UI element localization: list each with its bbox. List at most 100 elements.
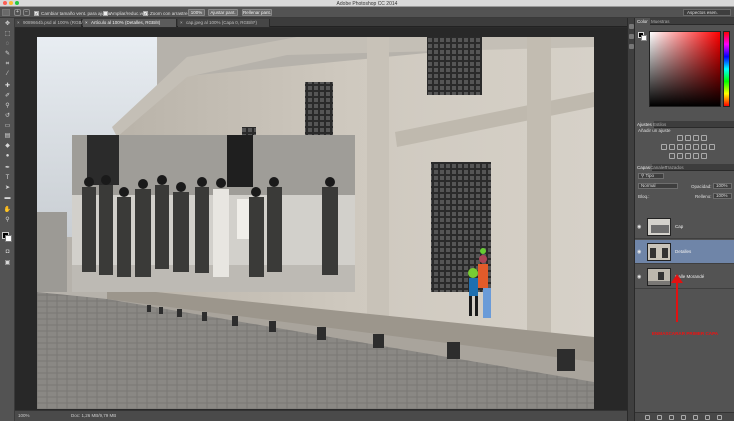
hue-saturation-icon[interactable]	[669, 144, 675, 150]
fill-label: Relleno:	[695, 194, 712, 199]
canvas-area[interactable]	[15, 28, 627, 410]
hand-tool-icon[interactable]: ✋	[3, 206, 12, 214]
pen-tool-icon[interactable]: ✒	[3, 164, 12, 172]
document-size-info[interactable]: Doc: 1,26 MB/9,79 MB	[71, 411, 116, 421]
zoom-mode-group: + −	[14, 9, 30, 16]
link-layers-icon[interactable]	[645, 415, 650, 420]
lasso-tool-icon[interactable]: ◌	[3, 40, 12, 48]
layer-name: Cap	[675, 224, 684, 229]
eyedropper-tool-icon[interactable]: ⁄	[3, 70, 12, 78]
color-lookup-icon[interactable]	[709, 144, 715, 150]
new-adjustment-icon[interactable]	[681, 415, 686, 420]
move-tool-icon[interactable]: ✥	[3, 20, 12, 28]
layer-kind-filter[interactable]: ⚲ Tipo	[638, 173, 664, 179]
character-panel-icon[interactable]	[629, 44, 634, 49]
tab-swatches[interactable]: Muestras	[649, 18, 672, 25]
history-panel-icon[interactable]	[629, 24, 634, 29]
history-brush-tool-icon[interactable]: ↺	[3, 112, 12, 120]
brightness-icon[interactable]	[677, 135, 683, 141]
eraser-tool-icon[interactable]: ▭	[3, 122, 12, 130]
invert-icon[interactable]	[669, 153, 675, 159]
adjustments-panel-tabs: Ajustes Estilos	[635, 121, 734, 128]
new-layer-icon[interactable]	[705, 415, 710, 420]
eye-icon[interactable]: ◉	[637, 274, 641, 280]
dodge-tool-icon[interactable]: ●	[3, 152, 12, 160]
scrubby-zoom-checkbox[interactable]: ✓ Zoom con arrastre	[143, 10, 188, 16]
levels-icon[interactable]	[685, 135, 691, 141]
brush-tool-icon[interactable]: ✐	[3, 92, 12, 100]
eye-icon[interactable]: ◉	[637, 249, 641, 255]
tab-doc-2[interactable]: × Artículo al 100% (Detalles, RGB/8)	[83, 19, 177, 27]
curves-icon[interactable]	[693, 135, 699, 141]
properties-panel-icon[interactable]	[629, 34, 634, 39]
tab-doc-1[interactable]: × 9089664b.psd al 100% (RGB/8)	[15, 19, 87, 27]
status-bar: 100% Doc: 1,26 MB/9,79 MB	[15, 410, 627, 421]
path-select-tool-icon[interactable]: ➤	[3, 184, 12, 192]
blur-tool-icon[interactable]: ◆	[3, 142, 12, 150]
tab-styles[interactable]: Estilos	[651, 121, 668, 128]
shape-tool-icon[interactable]: ▬	[3, 194, 12, 202]
trash-icon[interactable]	[717, 415, 722, 420]
healing-brush-tool-icon[interactable]: ✚	[3, 82, 12, 90]
fill-input[interactable]: 100%	[713, 193, 732, 199]
fill-screen-button[interactable]: Rellenar pant.	[242, 9, 272, 16]
document-canvas[interactable]	[37, 37, 594, 409]
annotation-text: ENMASCARAR PRIMER CAPA	[651, 331, 719, 336]
marquee-tool-icon[interactable]: ⬚	[3, 30, 12, 38]
close-tab-icon[interactable]: ×	[17, 19, 20, 27]
selective-color-icon[interactable]	[701, 153, 707, 159]
layer-row[interactable]: ◉ Detalles	[635, 240, 734, 264]
right-panels: Color Muestras Ajustes Estilos Añadir un…	[635, 18, 734, 421]
red-arrow-annotation	[671, 274, 683, 322]
gradient-map-icon[interactable]	[693, 153, 699, 159]
channel-mixer-icon[interactable]	[701, 144, 707, 150]
blend-mode-select[interactable]: Normal	[638, 183, 678, 189]
zoom-tool-icon[interactable]: ⚲	[3, 216, 12, 224]
gradient-tool-icon[interactable]: ▤	[3, 132, 12, 140]
new-group-icon[interactable]	[693, 415, 698, 420]
hue-slider[interactable]	[723, 31, 730, 107]
panel-background-swatch[interactable]	[641, 35, 647, 41]
zoom-in-icon[interactable]: +	[14, 9, 21, 16]
tab-color[interactable]: Color	[635, 18, 650, 25]
fit-screen-button[interactable]: Ajustar pant.	[208, 9, 238, 16]
close-tab-icon[interactable]: ×	[180, 19, 183, 27]
opacity-input[interactable]: 100%	[713, 183, 732, 189]
current-tool-icon[interactable]	[2, 9, 10, 16]
quick-select-tool-icon[interactable]: ✎	[3, 50, 12, 58]
threshold-icon[interactable]	[685, 153, 691, 159]
layer-row[interactable]: ◉ Cap	[635, 215, 734, 239]
screen-mode-icon[interactable]: ▣	[3, 259, 12, 267]
tab-doc-3[interactable]: × cap.jpeg al 100% (Capa 0, RGB/8*)	[178, 19, 270, 27]
add-mask-icon[interactable]	[669, 415, 674, 420]
type-tool-icon[interactable]: T	[3, 174, 12, 182]
tab-paths[interactable]: Trazados	[663, 164, 686, 171]
zoom-level[interactable]: 100%	[18, 411, 30, 421]
zoom-out-icon[interactable]: −	[23, 9, 30, 16]
workspace-select[interactable]: Aspectos esen.	[683, 9, 731, 16]
posterize-icon[interactable]	[677, 153, 683, 159]
options-bar: + − ✓ Cambiar tamaño vent. para ajustar …	[0, 7, 734, 18]
crop-tool-icon[interactable]: ⌗	[3, 60, 12, 68]
color-balance-icon[interactable]	[677, 144, 683, 150]
clone-stamp-tool-icon[interactable]: ⚲	[3, 102, 12, 110]
layer-thumbnail	[647, 268, 671, 286]
black-white-icon[interactable]	[685, 144, 691, 150]
eye-icon[interactable]: ◉	[637, 224, 641, 230]
percent-100-button[interactable]: 100%	[188, 9, 205, 16]
layer-name: Detalles	[675, 249, 692, 254]
resize-windows-checkbox[interactable]: ✓ Cambiar tamaño vent. para ajustar	[34, 10, 112, 16]
layer-style-icon[interactable]	[657, 415, 662, 420]
background-color-swatch[interactable]	[5, 235, 12, 242]
photo-filter-icon[interactable]	[693, 144, 699, 150]
exposure-icon[interactable]	[701, 135, 707, 141]
layers-panel-tabs: Capas Canales Trazados	[635, 164, 734, 171]
color-picker-field[interactable]	[649, 31, 721, 107]
vibrance-icon[interactable]	[661, 144, 667, 150]
opacity-label: Opacidad:	[691, 184, 712, 189]
close-tab-icon[interactable]: ×	[85, 19, 88, 27]
layer-row[interactable]: ◉ Calle Morandé	[635, 265, 734, 289]
quick-mask-icon[interactable]: ◘	[3, 248, 12, 256]
adjustments-title: Añadir un ajuste	[638, 128, 671, 133]
street-photo	[37, 37, 594, 409]
